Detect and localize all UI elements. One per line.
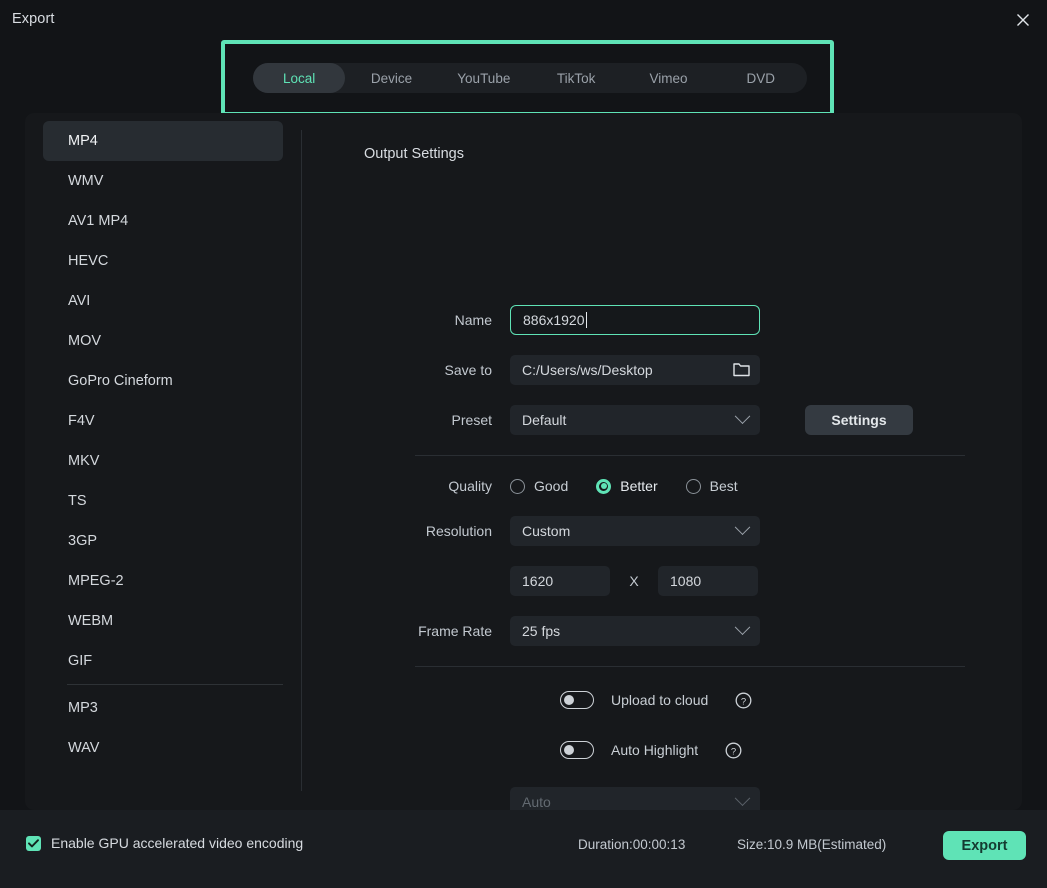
- text-caret: [586, 312, 587, 328]
- upload-to-cloud-label: Upload to cloud: [611, 692, 708, 708]
- format-item-mp4[interactable]: MP4: [43, 121, 283, 161]
- format-item-mp3[interactable]: MP3: [43, 688, 283, 728]
- folder-icon[interactable]: [733, 362, 750, 380]
- format-item-gif[interactable]: GIF: [43, 641, 283, 681]
- chevron-down-icon: [735, 408, 751, 424]
- close-icon: [1016, 13, 1030, 27]
- export-target-tabs: Local Device YouTube TikTok Vimeo DVD: [253, 63, 807, 93]
- output-settings-pane: Output Settings Name 886x1920 Save to C:…: [302, 113, 1022, 810]
- height-input[interactable]: 1080: [658, 566, 758, 596]
- page-title: Export: [12, 11, 55, 27]
- quality-option-good-label: Good: [534, 478, 568, 494]
- upload-to-cloud-row: Upload to cloud ?: [560, 691, 752, 709]
- export-button[interactable]: Export: [943, 831, 1026, 860]
- upload-to-cloud-toggle[interactable]: [560, 691, 594, 709]
- settings-button[interactable]: Settings: [805, 405, 913, 435]
- resolution-select[interactable]: Custom: [510, 516, 760, 546]
- frame-rate-select[interactable]: 25 fps: [510, 616, 760, 646]
- chevron-down-icon: [735, 790, 751, 806]
- format-item-wav[interactable]: WAV: [43, 728, 283, 768]
- tab-youtube[interactable]: YouTube: [438, 63, 530, 93]
- auto-highlight-toggle[interactable]: [560, 741, 594, 759]
- help-circle-icon[interactable]: ?: [735, 692, 752, 709]
- width-input[interactable]: 1620: [510, 566, 610, 596]
- gpu-checkbox-row[interactable]: Enable GPU accelerated video encoding: [26, 835, 303, 851]
- save-to-input[interactable]: C:/Users/ws/Desktop: [510, 355, 760, 385]
- format-item-webm[interactable]: WEBM: [43, 601, 283, 641]
- dimensions-row: 1620 X 1080: [302, 566, 1022, 596]
- format-item-gopro-cineform[interactable]: GoPro Cineform: [43, 361, 283, 401]
- dimensions-separator: X: [610, 573, 658, 589]
- format-item-3gp[interactable]: 3GP: [43, 521, 283, 561]
- section-divider-2: [415, 666, 965, 667]
- format-item-f4v[interactable]: F4V: [43, 401, 283, 441]
- preset-value: Default: [522, 412, 566, 428]
- frame-rate-label: Frame Rate: [302, 623, 510, 639]
- frame-rate-value: 25 fps: [522, 623, 560, 639]
- save-to-value: C:/Users/ws/Desktop: [522, 362, 653, 378]
- auto-highlight-label: Auto Highlight: [611, 742, 698, 758]
- tab-device[interactable]: Device: [345, 63, 437, 93]
- help-circle-icon[interactable]: ?: [725, 742, 742, 759]
- preset-label: Preset: [302, 412, 510, 428]
- preset-select[interactable]: Default: [510, 405, 760, 435]
- radio-icon: [686, 479, 701, 494]
- frame-rate-row: Frame Rate 25 fps: [302, 616, 1022, 646]
- chevron-down-icon: [735, 619, 751, 635]
- duration-text: Duration:00:00:13: [578, 837, 685, 852]
- radio-icon: [510, 479, 525, 494]
- auto-highlight-row: Auto Highlight ?: [560, 741, 742, 759]
- name-input[interactable]: 886x1920: [510, 305, 760, 335]
- output-settings-title: Output Settings: [364, 146, 464, 162]
- quality-option-better-label: Better: [620, 478, 657, 494]
- format-item-mkv[interactable]: MKV: [43, 441, 283, 481]
- quality-option-best[interactable]: Best: [686, 478, 738, 494]
- format-list: MP4 WMV AV1 MP4 HEVC AVI MOV GoPro Cinef…: [25, 121, 301, 802]
- save-to-row: Save to C:/Users/ws/Desktop: [302, 355, 1022, 385]
- quality-radio-group: Good Better Best: [510, 478, 766, 494]
- save-to-label: Save to: [302, 362, 510, 378]
- name-label: Name: [302, 312, 510, 328]
- preset-row: Preset Default: [302, 405, 1022, 435]
- quality-label: Quality: [302, 478, 510, 494]
- format-item-hevc[interactable]: HEVC: [43, 241, 283, 281]
- chevron-down-icon: [735, 519, 751, 535]
- quality-option-good[interactable]: Good: [510, 478, 568, 494]
- name-input-value: 886x1920: [523, 312, 585, 328]
- title-bar: Export: [0, 0, 1047, 40]
- svg-text:?: ?: [741, 696, 746, 707]
- quality-row: Quality Good Better Best: [302, 471, 1022, 501]
- format-item-av1-mp4[interactable]: AV1 MP4: [43, 201, 283, 241]
- export-dialog: Export Local Device YouTube TikTok Vimeo…: [0, 0, 1047, 888]
- format-item-avi[interactable]: AVI: [43, 281, 283, 321]
- resolution-label: Resolution: [302, 523, 510, 539]
- gpu-checkbox-label: Enable GPU accelerated video encoding: [51, 835, 303, 851]
- resolution-row: Resolution Custom: [302, 516, 1022, 546]
- tab-tiktok[interactable]: TikTok: [530, 63, 622, 93]
- section-divider-1: [415, 455, 965, 456]
- checkbox-checked-icon[interactable]: [26, 836, 41, 851]
- format-item-mov[interactable]: MOV: [43, 321, 283, 361]
- svg-text:?: ?: [731, 746, 736, 757]
- dialog-footer: Enable GPU accelerated video encoding Du…: [0, 810, 1047, 888]
- quality-option-better[interactable]: Better: [596, 478, 657, 494]
- format-item-ts[interactable]: TS: [43, 481, 283, 521]
- format-item-mpeg-2[interactable]: MPEG-2: [43, 561, 283, 601]
- tab-dvd[interactable]: DVD: [715, 63, 807, 93]
- resolution-value: Custom: [522, 523, 570, 539]
- export-content-card: MP4 WMV AV1 MP4 HEVC AVI MOV GoPro Cinef…: [25, 113, 1022, 810]
- close-button[interactable]: [1005, 4, 1041, 36]
- auto-select-value: Auto: [522, 794, 551, 810]
- radio-icon-selected: [596, 479, 611, 494]
- tab-vimeo[interactable]: Vimeo: [622, 63, 714, 93]
- toggle-knob: [564, 745, 574, 755]
- size-text: Size:10.9 MB(Estimated): [737, 837, 886, 852]
- quality-option-best-label: Best: [710, 478, 738, 494]
- tab-local[interactable]: Local: [253, 63, 345, 93]
- format-item-wmv[interactable]: WMV: [43, 161, 283, 201]
- name-row: Name 886x1920: [302, 305, 1022, 335]
- format-list-divider: [67, 684, 283, 685]
- toggle-knob: [564, 695, 574, 705]
